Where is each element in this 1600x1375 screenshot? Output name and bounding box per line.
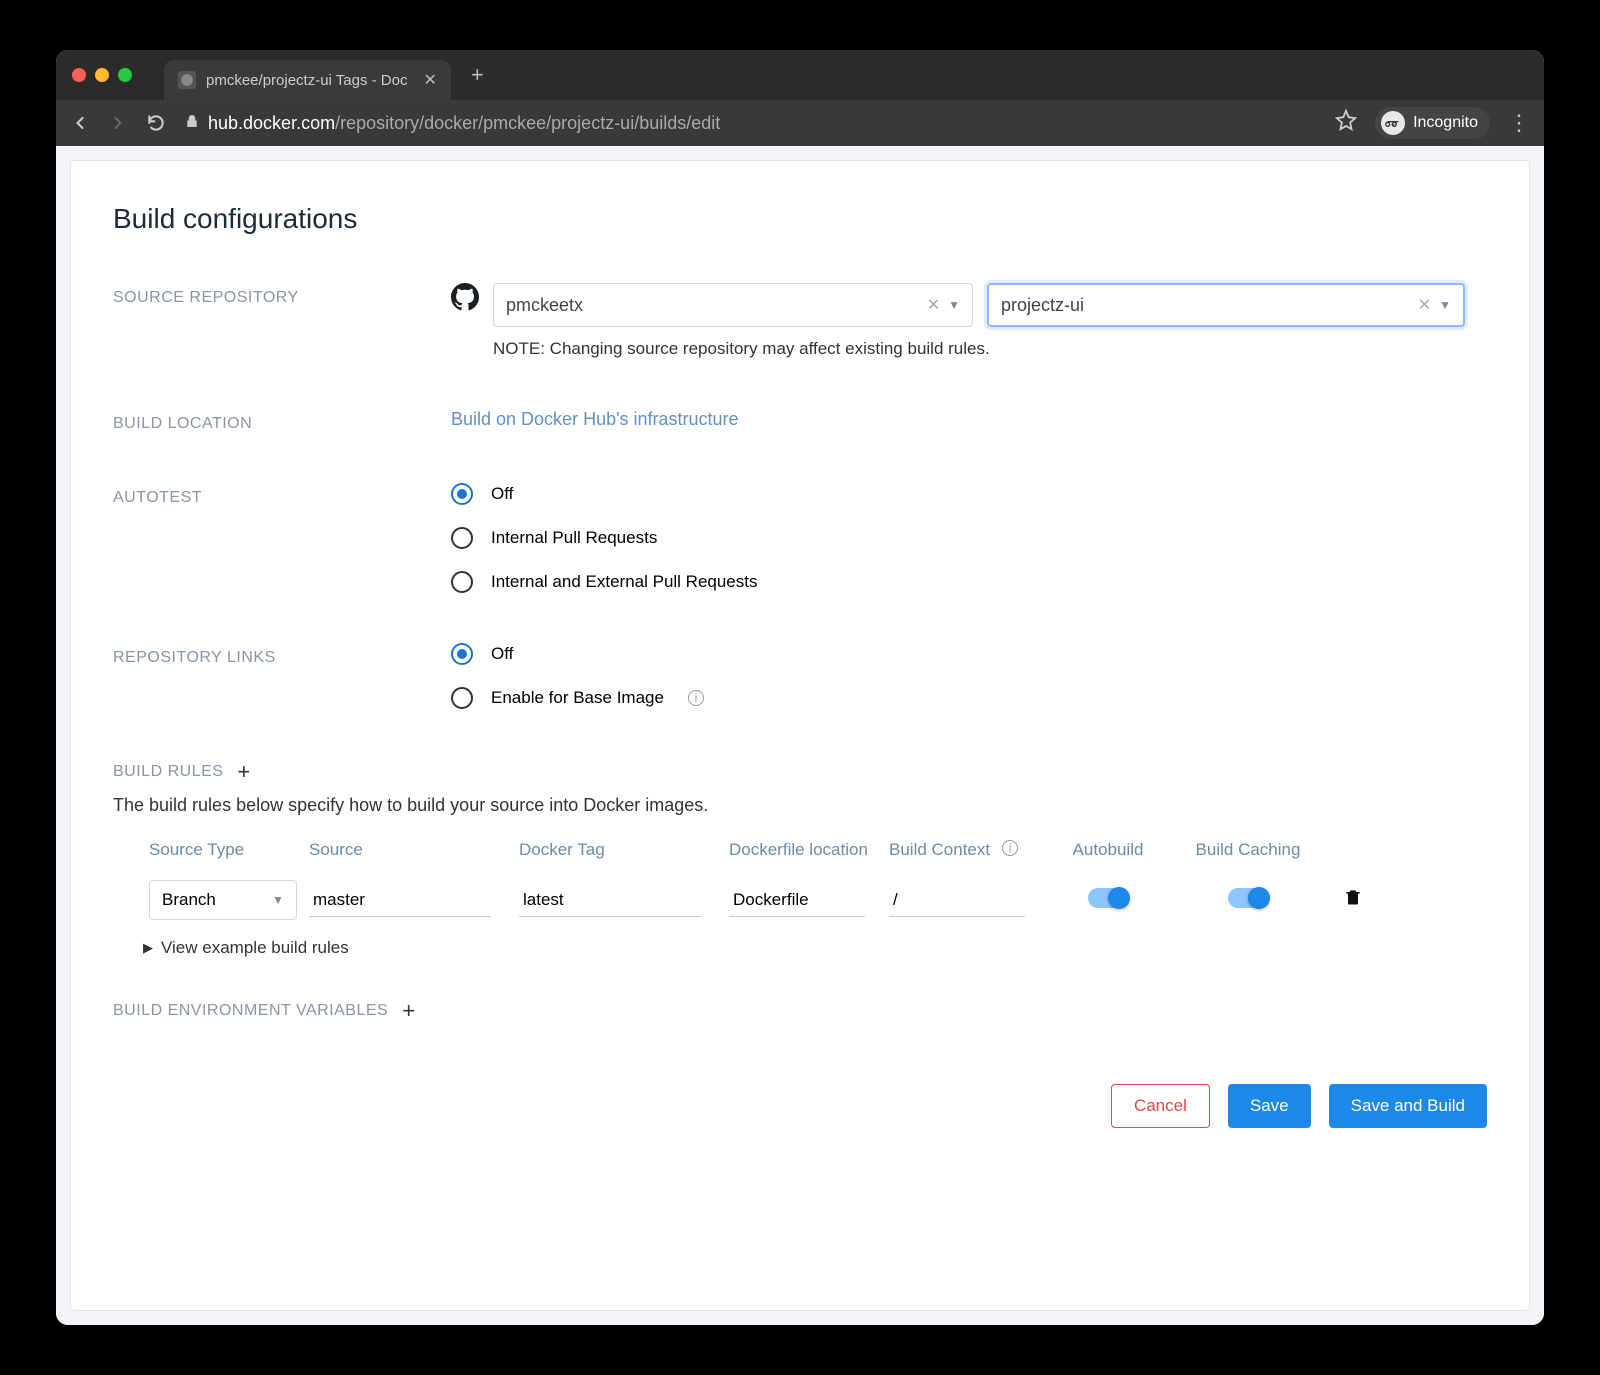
build-rules-description: The build rules below specify how to bui… <box>113 795 1487 816</box>
page-title: Build configurations <box>113 203 1487 235</box>
chevron-down-icon: ▼ <box>272 893 284 907</box>
save-and-build-button[interactable]: Save and Build <box>1329 1084 1487 1128</box>
add-env-var-button[interactable]: + <box>402 998 415 1024</box>
source-org-select[interactable]: pmckeetx ✕ ▼ <box>493 283 973 327</box>
nav-reload-button[interactable] <box>146 113 166 133</box>
section-autotest: AUTOTEST Off Internal Pull Requests <box>113 483 1487 593</box>
env-vars-header: BUILD ENVIRONMENT VARIABLES <box>113 1002 388 1020</box>
tab-close-icon[interactable]: ✕ <box>423 70 436 90</box>
section-build-rules: BUILD RULES + The build rules below spec… <box>113 759 1487 958</box>
url-path: /repository/docker/pmckee/projectz-ui/bu… <box>335 113 720 133</box>
col-build-context: Build Context i <box>883 840 1043 860</box>
source-org-value: pmckeetx <box>506 295 919 316</box>
action-buttons: Cancel Save Save and Build <box>113 1084 1487 1128</box>
url-field[interactable]: hub.docker.com/repository/docker/pmckee/… <box>184 113 1317 134</box>
window-minimize-button[interactable] <box>95 68 109 82</box>
chevron-down-icon: ▼ <box>948 298 960 312</box>
chevron-right-icon: ▶ <box>143 940 153 956</box>
radio-label: Off <box>491 484 513 504</box>
info-icon[interactable]: i <box>1002 840 1018 856</box>
col-source-type: Source Type <box>143 840 303 860</box>
tab-title: pmckee/projectz-ui Tags - Doc <box>206 72 407 89</box>
window-maximize-button[interactable] <box>118 68 132 82</box>
incognito-badge[interactable]: Incognito <box>1375 107 1490 139</box>
autotest-option-internal-external[interactable]: Internal and External Pull Requests <box>451 571 1487 593</box>
incognito-label: Incognito <box>1413 114 1478 132</box>
build-rules-header: BUILD RULES <box>113 763 223 781</box>
info-icon[interactable]: i <box>688 690 704 706</box>
section-build-location: BUILD LOCATION Build on Docker Hub's inf… <box>113 409 1487 433</box>
docker-tag-input[interactable] <box>519 884 701 917</box>
build-rules-table-header: Source Type Source Docker Tag Dockerfile… <box>113 840 1487 860</box>
page-content: Build configurations SOURCE REPOSITORY p… <box>70 160 1530 1311</box>
section-source-repository: SOURCE REPOSITORY pmckeetx ✕ ▼ projectz-… <box>113 283 1487 359</box>
save-button[interactable]: Save <box>1228 1084 1311 1128</box>
radio-icon <box>451 571 473 593</box>
col-build-caching: Build Caching <box>1173 840 1323 860</box>
clear-icon[interactable]: ✕ <box>927 295 940 315</box>
delete-rule-button[interactable] <box>1343 887 1363 912</box>
radio-icon <box>451 483 473 505</box>
col-source: Source <box>303 840 513 860</box>
url-host: hub.docker.com <box>208 113 335 133</box>
traffic-lights <box>72 68 132 82</box>
incognito-icon <box>1381 111 1405 135</box>
view-example-rules-link[interactable]: ▶ View example build rules <box>113 938 1487 958</box>
source-repository-label: SOURCE REPOSITORY <box>113 283 451 359</box>
autotest-option-internal[interactable]: Internal Pull Requests <box>451 527 1487 549</box>
dockerfile-location-input[interactable] <box>729 884 865 917</box>
page-viewport: Build configurations SOURCE REPOSITORY p… <box>56 146 1544 1325</box>
radio-label: Off <box>491 644 513 664</box>
address-bar: hub.docker.com/repository/docker/pmckee/… <box>56 100 1544 146</box>
source-repo-select[interactable]: projectz-ui ✕ ▼ <box>987 283 1465 327</box>
repository-links-label: REPOSITORY LINKS <box>113 643 451 709</box>
titlebar: pmckee/projectz-ui Tags - Doc ✕ + <box>56 50 1544 100</box>
nav-forward-button[interactable] <box>108 113 128 133</box>
favicon-icon <box>178 71 196 89</box>
radio-label: Internal Pull Requests <box>491 528 657 548</box>
example-link-label: View example build rules <box>161 938 349 958</box>
radio-icon <box>451 643 473 665</box>
col-autobuild: Autobuild <box>1043 840 1173 860</box>
github-icon <box>451 283 479 316</box>
source-repo-value: projectz-ui <box>1001 295 1410 316</box>
radio-icon <box>451 687 473 709</box>
window-close-button[interactable] <box>72 68 86 82</box>
source-repo-note: NOTE: Changing source repository may aff… <box>493 339 1487 359</box>
autobuild-toggle[interactable] <box>1088 888 1128 908</box>
lock-icon <box>184 113 200 134</box>
source-input[interactable] <box>309 884 491 917</box>
repo-links-option-enable[interactable]: Enable for Base Image i <box>451 687 1487 709</box>
source-type-select[interactable]: Branch ▼ <box>149 880 297 920</box>
radio-label: Internal and External Pull Requests <box>491 572 758 592</box>
section-env-vars: BUILD ENVIRONMENT VARIABLES + <box>113 998 1487 1024</box>
build-caching-toggle[interactable] <box>1228 888 1268 908</box>
radio-label: Enable for Base Image <box>491 688 664 708</box>
build-context-input[interactable] <box>889 884 1025 917</box>
source-type-value: Branch <box>162 890 216 910</box>
radio-icon <box>451 527 473 549</box>
autotest-option-off[interactable]: Off <box>451 483 1487 505</box>
cancel-button[interactable]: Cancel <box>1111 1084 1210 1128</box>
nav-back-button[interactable] <box>70 113 90 133</box>
bookmark-icon[interactable] <box>1335 109 1357 137</box>
clear-icon[interactable]: ✕ <box>1418 295 1431 315</box>
browser-tab[interactable]: pmckee/projectz-ui Tags - Doc ✕ <box>164 60 451 100</box>
build-rule-row: Branch ▼ <box>113 880 1487 920</box>
browser-window: pmckee/projectz-ui Tags - Doc ✕ + hub.do… <box>56 50 1544 1325</box>
col-docker-tag: Docker Tag <box>513 840 723 860</box>
repo-links-option-off[interactable]: Off <box>451 643 1487 665</box>
section-repository-links: REPOSITORY LINKS Off Enable for Base Ima… <box>113 643 1487 709</box>
build-location-text: Build on Docker Hub's infrastructure <box>451 409 739 429</box>
new-tab-button[interactable]: + <box>471 62 484 88</box>
browser-right-controls: Incognito ⋮ <box>1335 107 1530 139</box>
add-build-rule-button[interactable]: + <box>237 759 250 785</box>
build-location-label: BUILD LOCATION <box>113 409 451 433</box>
col-dockerfile-location: Dockerfile location <box>723 840 883 860</box>
autotest-label: AUTOTEST <box>113 483 451 593</box>
chevron-down-icon: ▼ <box>1439 298 1451 312</box>
browser-menu-button[interactable]: ⋮ <box>1508 110 1530 136</box>
